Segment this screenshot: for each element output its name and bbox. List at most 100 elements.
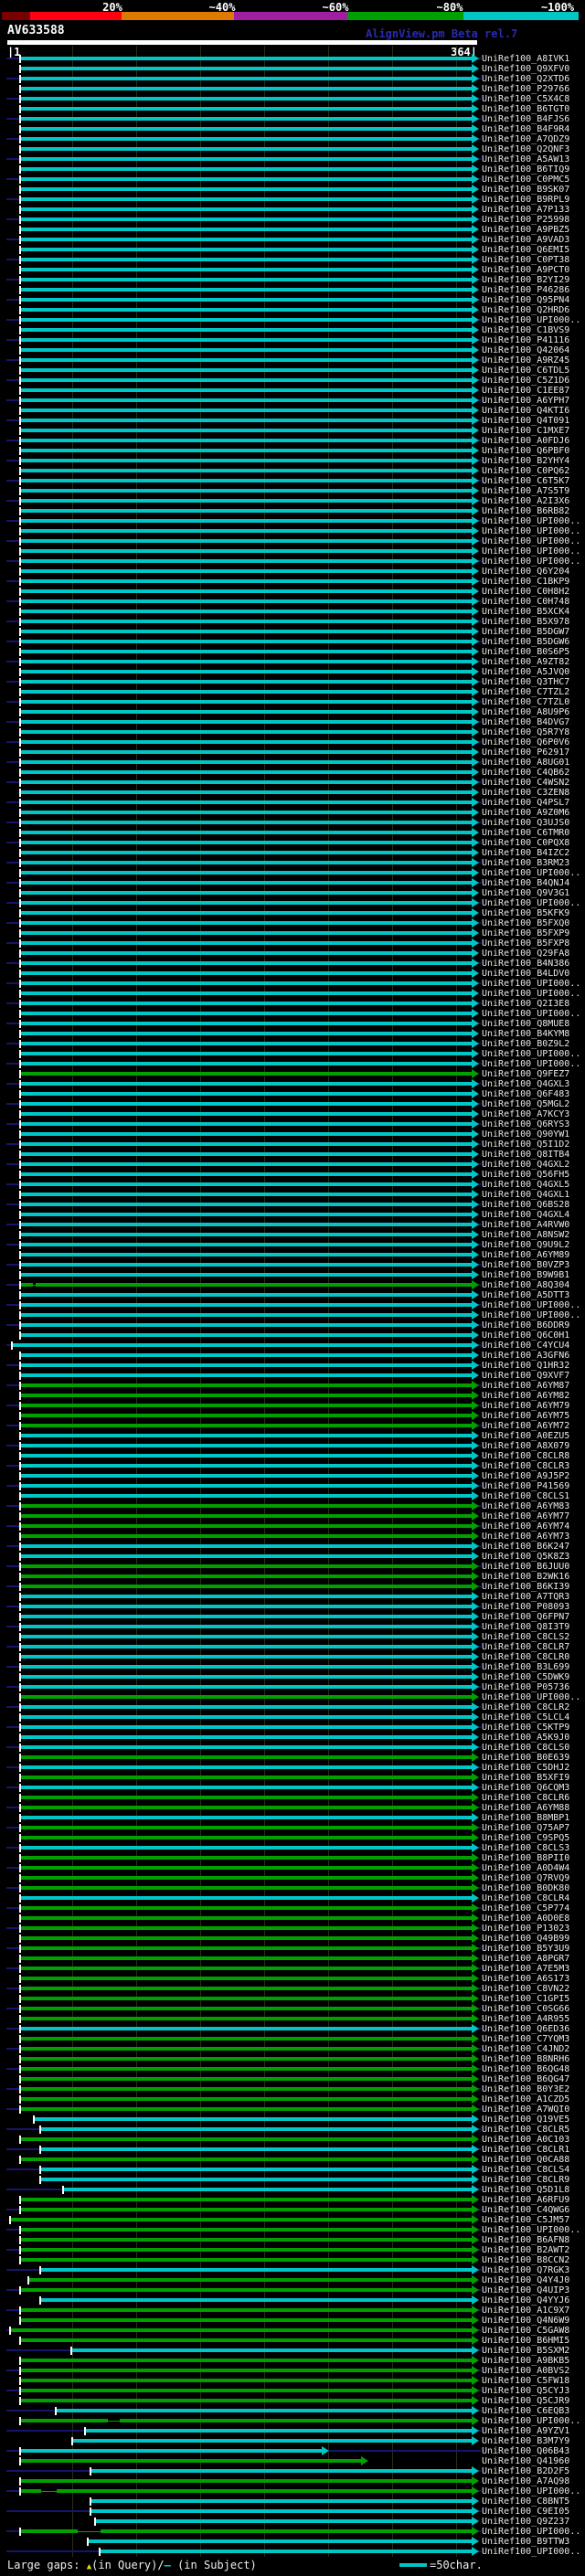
hit-bar[interactable] [21, 1615, 472, 1618]
hit-bar[interactable] [21, 1735, 472, 1739]
hit-label[interactable]: UniRef100_B5XFI9 [482, 1773, 569, 1783]
hit-label[interactable]: UniRef100_C4QB62 [482, 768, 569, 778]
hit-label[interactable]: UniRef100_Q2XTD6 [482, 74, 569, 84]
hit-label[interactable]: UniRef100_A9ZT82 [482, 657, 569, 667]
hit-bar[interactable] [21, 1534, 472, 1538]
hit-bar[interactable] [21, 861, 472, 864]
hit-label[interactable]: UniRef100_UPI000.. [482, 526, 580, 536]
hit-bar[interactable] [21, 760, 472, 764]
hit-label[interactable]: UniRef100_Q6FPN7 [482, 1612, 569, 1622]
hit-bar[interactable] [21, 1655, 472, 1659]
hit-bar[interactable] [21, 1092, 472, 1096]
hit-label[interactable]: UniRef100_C5JM57 [482, 2215, 569, 2225]
hit-bar[interactable] [21, 1916, 472, 1920]
hit-label[interactable]: UniRef100_C7TZL2 [482, 687, 569, 697]
hit-bar[interactable] [21, 2288, 472, 2292]
hit-bar[interactable] [21, 1494, 472, 1498]
hit-bar[interactable] [21, 1424, 472, 1427]
hit-label[interactable]: UniRef100_C5P774 [482, 1903, 569, 1913]
hit-bar[interactable] [21, 2047, 472, 2051]
hit-bar[interactable] [73, 2439, 472, 2443]
hit-bar[interactable] [21, 961, 472, 965]
hit-label[interactable]: UniRef100_Q5MGL2 [482, 1099, 569, 1109]
hit-bar[interactable] [21, 1866, 472, 1870]
hit-bar[interactable] [21, 2258, 472, 2262]
hit-label[interactable]: UniRef100_A5DTT3 [482, 1290, 569, 1300]
hit-bar[interactable] [21, 2318, 472, 2322]
hit-label[interactable]: UniRef100_C4WSN2 [482, 778, 569, 788]
hit-label[interactable]: UniRef100_B0Z9L2 [482, 1039, 569, 1049]
hit-label[interactable]: UniRef100_UPI000.. [482, 516, 580, 526]
hit-bar[interactable] [21, 1896, 472, 1900]
hit-label[interactable]: UniRef100_B3RM23 [482, 858, 569, 868]
hit-label[interactable]: UniRef100_B5FXP9 [482, 928, 569, 938]
hit-bar[interactable] [21, 780, 472, 784]
hit-label[interactable]: UniRef100_B8MBP1 [482, 1813, 569, 1823]
hit-label[interactable]: UniRef100_Q5R7Y8 [482, 727, 569, 737]
hit-label[interactable]: UniRef100_UPI000.. [482, 1009, 580, 1019]
hit-bar[interactable] [21, 499, 472, 503]
hit-label[interactable]: UniRef100_A8Q304 [482, 1280, 569, 1290]
hit-bar[interactable] [21, 1112, 472, 1116]
hit-bar[interactable] [21, 2198, 472, 2201]
hit-label[interactable]: UniRef100_C5DHJ2 [482, 1763, 569, 1773]
hit-label[interactable]: UniRef100_Q4GXL3 [482, 1079, 569, 1089]
hit-bar[interactable] [21, 1022, 472, 1025]
hit-label[interactable]: UniRef100_Q8MUE8 [482, 1019, 569, 1029]
hit-label[interactable]: UniRef100_B4DVG7 [482, 717, 569, 727]
hit-label[interactable]: UniRef100_A7QDZ9 [482, 134, 569, 144]
hit-label[interactable]: UniRef100_B6HMI5 [482, 2336, 569, 2346]
hit-label[interactable]: UniRef100_C5GAW8 [482, 2326, 569, 2336]
hit-bar[interactable] [21, 589, 472, 593]
hit-label[interactable]: UniRef100_P13023 [482, 1924, 569, 1934]
hit-label[interactable]: UniRef100_B6AFN8 [482, 2235, 569, 2245]
hit-bar[interactable] [21, 1926, 472, 1930]
hit-bar[interactable] [21, 1705, 472, 1709]
hit-bar[interactable] [21, 207, 472, 211]
hit-label[interactable]: UniRef100_P08093 [482, 1602, 569, 1612]
hit-bar[interactable] [21, 1102, 472, 1106]
hit-label[interactable]: UniRef100_Q4YYJ6 [482, 2295, 569, 2306]
hit-bar[interactable] [21, 630, 472, 633]
hit-label[interactable]: UniRef100_P29766 [482, 84, 569, 94]
hit-label[interactable]: UniRef100_B0Y3E2 [482, 2084, 569, 2094]
hit-bar[interactable] [21, 2157, 472, 2161]
hit-bar[interactable] [21, 1765, 472, 1769]
hit-bar[interactable] [21, 489, 472, 493]
hit-bar[interactable] [21, 187, 472, 191]
hit-bar[interactable] [21, 951, 472, 955]
hit-label[interactable]: UniRef100_Q0CA88 [482, 2155, 569, 2165]
hit-bar[interactable] [21, 831, 472, 834]
hit-bar[interactable] [21, 318, 472, 322]
hit-label[interactable]: UniRef100_A9RZ45 [482, 355, 569, 366]
hit-label[interactable]: UniRef100_A7WQI0 [482, 2104, 569, 2115]
hit-bar[interactable] [21, 2338, 472, 2342]
hit-label[interactable]: UniRef100_UPI000.. [482, 989, 580, 999]
hit-label[interactable]: UniRef100_A8U9P6 [482, 707, 569, 717]
hit-bar[interactable] [21, 288, 472, 292]
hit-bar[interactable] [21, 1625, 472, 1628]
hit-label[interactable]: UniRef100_C0PT38 [482, 255, 569, 265]
hit-label[interactable]: UniRef100_A6YM82 [482, 1391, 569, 1401]
hit-label[interactable]: UniRef100_Q4N6W9 [482, 2316, 569, 2326]
hit-bar[interactable] [21, 1042, 472, 1045]
hit-label[interactable]: UniRef100_Q6C0H1 [482, 1330, 569, 1341]
hit-label[interactable]: UniRef100_C9SPQ5 [482, 1833, 569, 1843]
hit-label[interactable]: UniRef100_B4FJS6 [482, 114, 569, 124]
hit-label[interactable]: UniRef100_C0PMC5 [482, 175, 569, 185]
hit-bar[interactable] [21, 308, 472, 312]
hit-bar[interactable] [21, 881, 472, 885]
hit-label[interactable]: UniRef100_Q90YW1 [482, 1129, 569, 1140]
hit-label[interactable]: UniRef100_B6TIQ9 [482, 164, 569, 175]
hit-label[interactable]: UniRef100_Q3UJS0 [482, 818, 569, 828]
hit-bar[interactable] [21, 1574, 472, 1578]
hit-label[interactable]: UniRef100_Q6EMI5 [482, 245, 569, 255]
hit-bar[interactable] [21, 2389, 472, 2392]
hit-label[interactable]: UniRef100_B4QNJ4 [482, 878, 569, 888]
hit-bar[interactable] [21, 1182, 472, 1186]
hit-label[interactable]: UniRef100_A8PGR7 [482, 1954, 569, 1964]
hit-label[interactable]: UniRef100_C4JND2 [482, 2044, 569, 2054]
hit-label[interactable]: UniRef100_C8CLR2 [482, 1702, 569, 1712]
hit-label[interactable]: UniRef100_Q95PN4 [482, 295, 569, 305]
hit-bar[interactable] [21, 509, 472, 513]
